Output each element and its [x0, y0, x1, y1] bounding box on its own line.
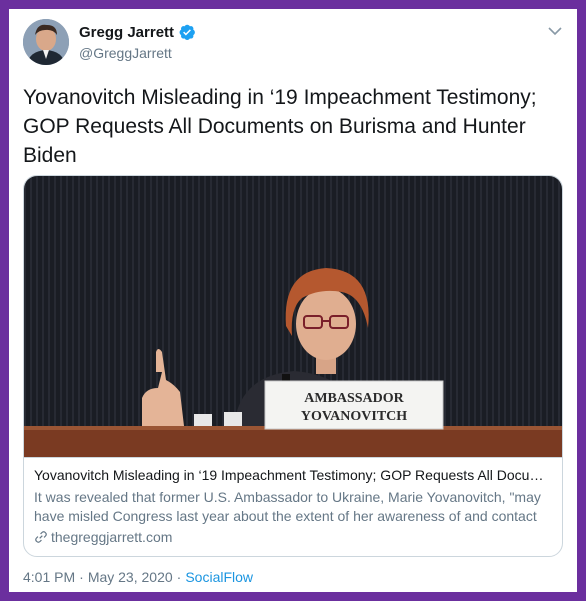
- card-domain: thegreggjarrett.com: [51, 529, 173, 545]
- tweet-date[interactable]: May 23, 2020: [88, 569, 173, 585]
- tweet-source-link[interactable]: SocialFlow: [185, 569, 253, 585]
- tweet-footer: 4:01 PM · May 23, 2020 · SocialFlow: [23, 569, 253, 585]
- tweet-header: Gregg Jarrett @GreggJarrett: [23, 19, 563, 69]
- avatar[interactable]: [23, 19, 69, 65]
- chevron-down-icon[interactable]: [547, 23, 563, 39]
- link-card[interactable]: AMBASSADOR YOVANOVITCH Yovanovitch Misle…: [23, 175, 563, 557]
- link-icon: [35, 531, 47, 543]
- author-name[interactable]: Gregg Jarrett: [79, 24, 174, 41]
- tweet-text: Yovanovitch Misleading in ‘19 Impeachmen…: [23, 86, 537, 167]
- footer-separator: ·: [176, 569, 182, 585]
- card-image[interactable]: AMBASSADOR YOVANOVITCH: [24, 176, 562, 457]
- tweet-time[interactable]: 4:01 PM: [23, 569, 75, 585]
- tweet-frame: Gregg Jarrett @GreggJarrett Yovanovitch …: [9, 9, 577, 592]
- card-domain-row: thegreggjarrett.com: [34, 529, 552, 545]
- avatar-image: [23, 19, 69, 65]
- footer-separator: ·: [79, 569, 84, 585]
- author-handle[interactable]: @GreggJarrett: [79, 45, 172, 61]
- verified-badge-icon: [179, 24, 195, 41]
- card-description: It was revealed that former U.S. Ambassa…: [34, 489, 541, 524]
- card-body[interactable]: Yovanovitch Misleading in ‘19 Impeachmen…: [24, 457, 562, 556]
- placard-line-2: YOVANOVITCH: [301, 409, 407, 424]
- placard-line-1: AMBASSADOR: [304, 391, 404, 406]
- card-title: Yovanovitch Misleading in ‘19 Impeachmen…: [34, 467, 552, 483]
